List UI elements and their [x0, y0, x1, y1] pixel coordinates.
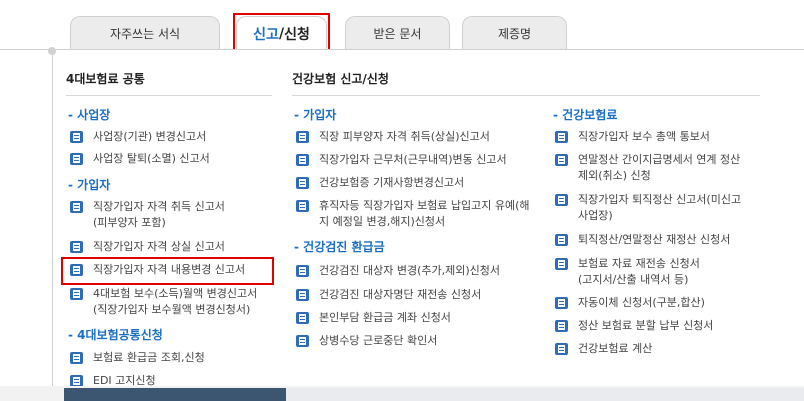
menu-item-label: 연말정산 간이지급명세서 연계 정산 제외(취소) 신청	[578, 153, 741, 182]
tab-received-documents[interactable]: 받은 문서	[345, 16, 450, 50]
document-icon	[296, 200, 309, 212]
tab-report-request[interactable]: 신고 / 신청	[233, 13, 330, 50]
health-insurance-title: 건강보험 신고/신청	[292, 72, 389, 86]
menu-item-label: 사업장(기관) 변경신고서	[93, 130, 207, 143]
menu-item[interactable]: 건강보험료 계산	[555, 341, 652, 357]
document-icon	[555, 154, 568, 166]
menu-item[interactable]: 직장가입자 근무처(근무내역)변동 신고서	[296, 152, 507, 168]
document-icon	[555, 234, 568, 246]
document-icon	[70, 201, 83, 213]
menu-item-label: 자동이체 신청서(구분,합산)	[578, 296, 705, 309]
document-icon	[70, 288, 83, 300]
menu-item[interactable]: 퇴직정산/연말정산 재정산 신청서	[555, 232, 730, 248]
menu-item-label: 퇴직정산/연말정산 재정산 신청서	[578, 233, 731, 246]
tab-frequent-forms[interactable]: 자주쓰는 서식	[70, 16, 220, 50]
tab-label: 자주쓰는 서식	[109, 27, 181, 41]
menu-item-label: 직장가입자 근무처(근무내역)변동 신고서	[319, 153, 507, 166]
document-icon	[555, 258, 568, 270]
document-icon	[70, 241, 83, 253]
menu-item[interactable]: 자동이체 신청서(구분,합산)	[555, 295, 705, 311]
menu-item-label: 건강보험증 기재사항변경신고서	[319, 176, 465, 189]
menu-item[interactable]: 사업장(기관) 변경신고서	[70, 129, 206, 145]
menu-item[interactable]: 사업장 탈퇴(소멸) 신고서	[70, 151, 210, 167]
document-icon	[555, 297, 568, 309]
tab-label: 받은 문서	[373, 27, 422, 41]
menu-item[interactable]: 4대보험 보수(소득)월액 변경신고서 (직장가입자 보수월액 변경신청서)	[70, 286, 257, 318]
section-health-premium: - 건강보험료	[553, 108, 618, 122]
highlight-box	[61, 257, 274, 285]
common-section-title: 4대보험료 공통	[66, 72, 145, 86]
highlight-box	[233, 13, 330, 50]
menu-item-label: 건강검진 대상자명단 재전송 신청서	[319, 288, 482, 301]
section-common-request: - 4대보험공통신청	[68, 328, 163, 342]
document-icon	[70, 153, 83, 165]
document-icon	[296, 289, 309, 301]
menu-item[interactable]: 직장 피부양자 자격 취득(상실)신고서	[296, 129, 490, 145]
menu-item-label: 4대보험 보수(소득)월액 변경신고서 (직장가입자 보수월액 변경신청서)	[93, 287, 258, 316]
menu-item[interactable]: 본인부담 환급금 계좌 신청서	[296, 310, 451, 326]
menu-item-label: 보험료 환급금 조회,신청	[93, 351, 205, 364]
document-icon	[296, 312, 309, 324]
menu-item-label: 휴직자등 직장가입자 보험료 납입고지 유예(해 지 예정일 변경,해지)신청서	[319, 199, 530, 228]
document-icon	[296, 177, 309, 189]
menu-item-label: 직장가입자 퇴직정산 신고서(미신고 사업장)	[578, 193, 742, 222]
document-icon	[70, 131, 83, 143]
menu-item[interactable]: 연말정산 간이지급명세서 연계 정산 제외(취소) 신청	[555, 152, 740, 184]
banner-background	[286, 388, 804, 401]
section-workplace: - 사업장	[68, 108, 111, 122]
divider	[66, 95, 272, 96]
menu-item-label: 정산 보험료 분할 납부 신청서	[578, 319, 714, 332]
menu-item[interactable]: 직장가입자 퇴직정산 신고서(미신고 사업장)	[555, 192, 741, 224]
menu-item-label: 사업장 탈퇴(소멸) 신고서	[93, 152, 210, 165]
document-icon	[555, 343, 568, 355]
menu-item[interactable]: 직장가입자 자격 상실 신고서	[70, 239, 225, 255]
tab-certificates[interactable]: 제증명	[462, 16, 567, 50]
banner-image	[64, 388, 286, 401]
menu-item-label: 건강보험료 계산	[578, 342, 653, 355]
menu-item[interactable]: 정산 보험료 분할 납부 신청서	[555, 318, 713, 334]
menu-item-label: 직장가입자 자격 상실 신고서	[93, 240, 225, 253]
menu-item-label: 직장가입자 보수 총액 통보서	[578, 130, 710, 143]
menu-item[interactable]: 건강검진 대상자명단 재전송 신청서	[296, 287, 481, 303]
document-icon	[555, 194, 568, 206]
menu-item-label: 보험료 자료 재전송 신청서 (고지서/산출 내역서 등)	[578, 257, 700, 286]
panel-corner-dot	[48, 47, 56, 55]
menu-item[interactable]: 상병수당 근로중단 확인서	[296, 333, 437, 349]
document-icon	[296, 335, 309, 347]
menu-item-label: 상병수당 근로중단 확인서	[319, 334, 438, 347]
menu-item-label: 본인부담 환급금 계좌 신청서	[319, 311, 451, 324]
document-icon	[296, 154, 309, 166]
menu-item-label: 건강검진 대상자 변경(추가,제외)신청서	[319, 264, 500, 277]
menu-item[interactable]: 건강검진 대상자 변경(추가,제외)신청서	[296, 263, 500, 279]
menu-item[interactable]: 직장가입자 보수 총액 통보서	[555, 129, 710, 145]
section-subscriber-health: - 가입자	[294, 108, 337, 122]
document-icon	[296, 265, 309, 277]
menu-item[interactable]: 직장가입자 자격 취득 신고서 (피부양자 포함)	[70, 199, 225, 231]
menu-item-label: 직장가입자 자격 취득 신고서 (피부양자 포함)	[93, 200, 225, 229]
menu-item[interactable]: 보험료 자료 재전송 신청서 (고지서/산출 내역서 등)	[555, 256, 700, 288]
document-icon	[70, 352, 83, 364]
menu-item[interactable]: 건강보험증 기재사항변경신고서	[296, 175, 464, 191]
tab-label: 제증명	[497, 27, 532, 41]
document-icon	[555, 320, 568, 332]
divider	[292, 95, 760, 96]
menu-item[interactable]: 휴직자등 직장가입자 보험료 납입고지 유예(해 지 예정일 변경,해지)신청서	[296, 198, 530, 230]
document-icon	[555, 131, 568, 143]
section-health-checkup-refund: - 건강검진 환급금	[294, 240, 385, 254]
menu-item[interactable]: 보험료 환급금 조회,신청	[70, 350, 205, 366]
menu-item-label: 직장 피부양자 자격 취득(상실)신고서	[319, 130, 490, 143]
document-icon	[296, 131, 309, 143]
section-subscriber: - 가입자	[68, 178, 111, 192]
